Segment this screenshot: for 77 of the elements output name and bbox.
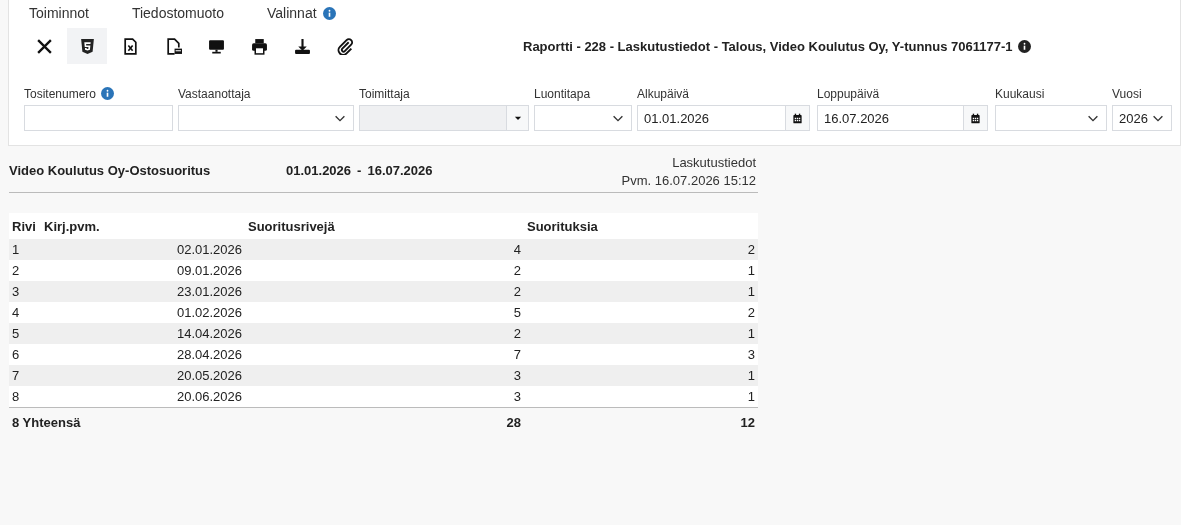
column-header: Suorituksia [526, 218, 599, 234]
field-label: Alkupäivä [637, 86, 690, 101]
table-cell-text: 20.06.2026 [175, 389, 243, 404]
field-label: Loppupäivä [817, 86, 880, 101]
table-cell-text: 1 [746, 326, 756, 341]
field-label: Kuukausi [995, 86, 1045, 101]
total-label: 8 Yhteensä [11, 414, 82, 430]
print-date: Pvm. 16.07.2026 15:12 [621, 172, 756, 190]
table-cell-text: 01.02.2026 [175, 305, 243, 320]
spreadsheet-file-icon [121, 37, 139, 55]
total-cell-text: 28 [505, 414, 522, 430]
table-cell-text: 2 [512, 326, 522, 341]
table-cell-text: 4 [11, 305, 21, 320]
table-cell-text: 3 [512, 368, 522, 383]
table-cell-text: 1 [746, 263, 756, 278]
table-cell-text: 23.01.2026 [175, 284, 243, 299]
period-start: 01.01.2026 [286, 163, 352, 178]
table-cell-text: 3 [11, 284, 21, 299]
column-header: Kirj.pvm. [43, 218, 101, 234]
table-cell-text: 02.01.2026 [175, 242, 243, 257]
total-cell-text: 12 [739, 414, 756, 430]
table-cell-text: 3 [512, 389, 522, 404]
period-separator: - [357, 163, 362, 178]
table-cell-text: 6 [11, 347, 21, 362]
menu-tab[interactable]: Valinnat [267, 5, 317, 21]
field-label: Vastaanottaja [178, 86, 251, 101]
column-header: Suoritusrivejä [247, 218, 336, 234]
table-cell-text: 2 [512, 284, 522, 299]
period-end: 16.07.2026 [367, 163, 433, 178]
field-label: Vuosi [1112, 86, 1142, 101]
table-cell-text: 20.05.2026 [175, 368, 243, 383]
table-cell-text: 7 [512, 347, 522, 362]
date-field[interactable]: 01.01.2026 [637, 105, 786, 131]
toolbar-button[interactable] [67, 28, 107, 64]
table-cell-text: 5 [11, 326, 21, 341]
input-field[interactable] [24, 105, 173, 131]
table-cell-text: 8 [11, 389, 21, 404]
table-cell-text: 2 [746, 305, 756, 320]
download-icon [293, 37, 311, 55]
table-cell-text: 7 [11, 368, 21, 383]
table-cell-text: 1 [746, 389, 756, 404]
report-title: Raportti - 228 - Laskutustiedot - Talous, Video Koulutus Oy, Y-tunnus 7061177-1 [523, 38, 1013, 54]
table-cell-text: 1 [11, 242, 21, 257]
info-icon [101, 87, 115, 100]
pdf-file-icon [164, 37, 182, 55]
close-icon [35, 37, 53, 55]
field-label: Tositenumero [24, 86, 97, 101]
column-header: Rivi [11, 218, 37, 234]
table-cell-text: 2 [11, 263, 21, 278]
table-cell-text: 5 [512, 305, 522, 320]
monitor-icon [207, 37, 225, 55]
menu-tab[interactable]: Tiedostomuoto [131, 5, 224, 21]
field-label: Toimittaja [359, 86, 410, 101]
calendar-icon [792, 112, 803, 124]
table-cell-text: 4 [512, 242, 522, 257]
table-cell-text: 28.04.2026 [175, 347, 243, 362]
table-cell-text: 1 [746, 368, 756, 383]
table-cell-text: 2 [512, 263, 522, 278]
report-name: Video Koulutus Oy-Ostosuoritus [9, 163, 212, 178]
menu-tab[interactable]: Toiminnot [29, 5, 89, 21]
table-cell-text: 2 [746, 242, 756, 257]
date-field[interactable]: 16.07.2026 [817, 105, 964, 131]
report-type: Laskutustiedot [671, 154, 756, 172]
calendar-button[interactable] [964, 105, 988, 131]
calendar-button[interactable] [786, 105, 810, 131]
info-icon [322, 6, 336, 20]
printer-icon [250, 37, 268, 55]
table-cell-text: 14.04.2026 [175, 326, 243, 341]
paperclip-icon [336, 37, 354, 55]
table-cell-text: 3 [746, 347, 756, 362]
dropdown[interactable]: 2026 [1112, 105, 1172, 131]
table-cell-text: 1 [746, 284, 756, 299]
table-cell-text: 09.01.2026 [175, 263, 243, 278]
field-label: Luontitapa [534, 86, 591, 101]
calendar-icon [970, 112, 981, 124]
html5-file-icon [78, 37, 96, 55]
info-icon [1017, 39, 1031, 53]
